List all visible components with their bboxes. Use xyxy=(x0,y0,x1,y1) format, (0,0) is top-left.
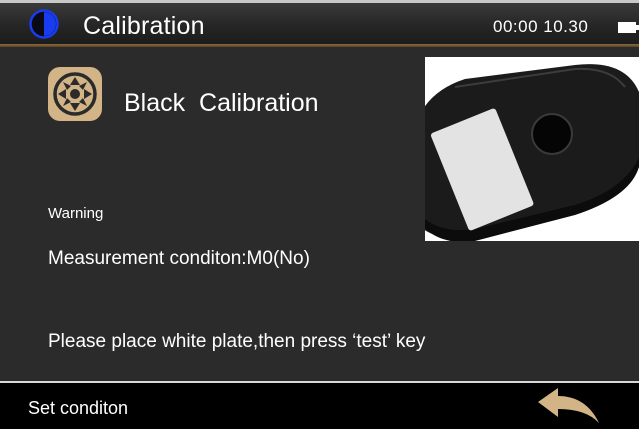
measurement-condition-text: Measurement conditon:M0(No) xyxy=(48,248,310,269)
clock-readout: 00:00 10.30 xyxy=(493,17,589,36)
footer-bar: Set conditon xyxy=(0,383,639,429)
title-bar: Calibration 00:00 10.30 xyxy=(0,0,639,44)
calibration-wheel-icon xyxy=(48,67,102,121)
set-condition-button[interactable]: Set conditon xyxy=(28,398,128,419)
instruction-text: Please place white plate,then press ‘tes… xyxy=(48,331,426,352)
back-arrow-icon xyxy=(538,388,599,423)
header-divider xyxy=(0,44,639,47)
calibration-heading: Black Calibration xyxy=(124,89,319,117)
back-button[interactable] xyxy=(536,387,602,427)
device-screen: Calibration 00:00 10.30 Black Calibratio… xyxy=(0,0,639,429)
page-title: Calibration xyxy=(83,12,205,40)
half-circle-logo-icon xyxy=(29,9,59,39)
warning-label: Warning xyxy=(48,205,104,222)
black-calibration-cavity-image xyxy=(425,57,639,241)
battery-icon xyxy=(618,22,639,33)
